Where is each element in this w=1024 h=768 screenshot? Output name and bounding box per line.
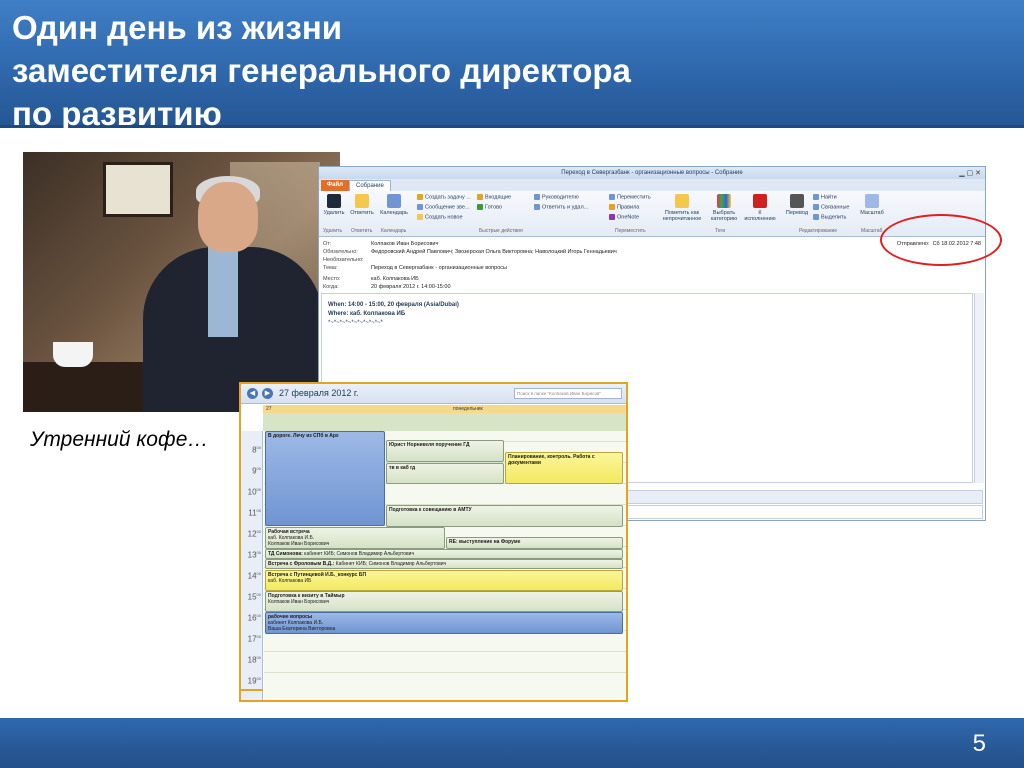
hour-label: 1800: [247, 655, 261, 665]
calendar-event[interactable]: Встреча с Фроловым В.Д.: Кабинет КИБ; Си…: [265, 559, 623, 569]
header-subject: Тема: Переход в Севергазбанк - организаци…: [323, 265, 507, 271]
window-title: Переход в Севергазбанк - организационные…: [561, 170, 743, 176]
quick-reply-delete[interactable]: Ответить и удал...: [534, 204, 588, 210]
calendar-event[interactable]: Встреча с Путинцевой И.Б._конкурс БП каб.…: [265, 570, 623, 591]
photo-man-with-phone: [23, 152, 340, 412]
select-button[interactable]: Выделить: [813, 214, 846, 220]
quick-inbox[interactable]: Входящие: [477, 194, 511, 200]
calendar-event[interactable]: рабочие вопросы кабинет Колпакова И.Б. Ваш…: [265, 612, 623, 634]
title-line-2: заместителя генерального директора: [12, 52, 631, 89]
calendar-search-input[interactable]: Поиск в папке "Колпаков Иван Борисов": [514, 388, 622, 399]
quick-manager[interactable]: Руководителю: [534, 194, 579, 200]
calendar-event[interactable]: Планирование, контроль. Работа с докумен…: [505, 452, 623, 484]
hour-label: 1500: [247, 592, 261, 602]
header-required: Обязательно: Федоровский Андрей Павлович;…: [323, 249, 617, 255]
delete-button[interactable]: Удалить: [321, 194, 347, 216]
coffee-cup-icon: [53, 342, 93, 367]
hour-label: 1600: [247, 613, 261, 623]
hour-label: 1400: [247, 571, 261, 581]
hour-label: 1000: [247, 487, 261, 497]
group-label: Календарь: [381, 228, 407, 234]
group-label: Масштаб: [861, 228, 883, 234]
tab-meeting[interactable]: Собрание: [349, 180, 391, 191]
calendar-event[interactable]: Подготовка к совещанию в АМТУ: [386, 505, 623, 527]
slide-footer: 5: [0, 718, 1024, 768]
calendar-date-title: 27 февраля 2012 г.: [279, 388, 359, 398]
onenote-button[interactable]: OneNote: [609, 214, 639, 220]
all-day-area[interactable]: [263, 413, 626, 431]
reply-icon: [355, 194, 369, 208]
header-from: От: Колпаков Иван Борисович: [323, 241, 439, 247]
body-when: When: 14:00 - 15:00, 20 февраля (Asia/Du…: [328, 302, 459, 308]
hour-label: 1900: [247, 676, 261, 686]
hour-label: 900: [252, 466, 261, 476]
header-when: Когда: 20 февраля 2012 г. 14:00-15:00: [323, 284, 451, 290]
day-name: понедельник: [453, 406, 483, 412]
quick-create-task[interactable]: Создать задачу ...: [417, 194, 471, 200]
calendar-icon: [387, 194, 401, 208]
hour-label: 1200: [247, 529, 261, 539]
hour-label: 800: [252, 445, 261, 455]
body-where: Where: каб. Колпакова ИБ: [328, 311, 406, 317]
group-label: Быстрые действия: [479, 228, 523, 234]
tab-file[interactable]: Файл: [321, 180, 349, 191]
slide-title: Один день из жизни заместителя генеральн…: [12, 6, 1002, 135]
day-header: 27 понедельник: [263, 405, 626, 413]
header-location: Место: каб. Колпакова ИБ: [323, 276, 419, 282]
rules-button[interactable]: Правила: [609, 204, 639, 210]
envelope-icon: [675, 194, 689, 208]
sent-time-highlight-ellipse: [880, 214, 1002, 266]
current-time-marker: [241, 689, 263, 691]
quick-done[interactable]: Готово: [477, 204, 502, 210]
window-titlebar: Переход в Севергазбанк - организационные…: [319, 167, 985, 179]
calendar-event[interactable]: ТД Симонова: кабинет КИБ; Симонов Владим…: [265, 549, 623, 559]
day-number: 27: [266, 406, 272, 412]
hour-label: 1300: [247, 550, 261, 560]
category-button[interactable]: Выбрать категорию: [707, 194, 741, 222]
delete-x-icon: [327, 194, 341, 208]
page-number: 5: [972, 730, 986, 757]
ribbon-tabs: Файл Собрание: [319, 179, 985, 191]
body-separator: *~*~*~*~*~*~*~*~*~*: [328, 320, 383, 326]
translate-icon: [790, 194, 804, 208]
header-optional: Необязательно:: [323, 257, 364, 263]
calendar-day-view: ◀ ▶ 27 февраля 2012 г. Поиск в папке "Ко…: [239, 382, 628, 702]
calendar-event[interactable]: В дороге. Лечу из СПб в Арх: [265, 431, 385, 526]
group-label: Переместить: [615, 228, 646, 234]
translate-button[interactable]: Перевод: [785, 194, 809, 216]
calendar-button[interactable]: Календарь: [379, 194, 409, 216]
related-button[interactable]: Связанные: [813, 204, 849, 210]
calendar-event[interactable]: Юрист Норникеля поручение ГД: [386, 440, 504, 462]
move-button[interactable]: Переместить: [609, 194, 651, 200]
magnifier-icon: [865, 194, 879, 208]
calendar-event[interactable]: Подготовка к визиту в Таймыр Колпаков Ива…: [265, 591, 623, 612]
mark-unread-button[interactable]: Пометить как непрочитанное: [659, 194, 705, 222]
slide-header: Один день из жизни заместителя генеральн…: [0, 0, 1024, 132]
calendar-event[interactable]: тв в каб гд: [386, 463, 504, 484]
group-label: Теги: [715, 228, 726, 234]
hour-label: 1700: [247, 634, 261, 644]
photo-caption: Утренний кофе…: [30, 428, 209, 451]
group-label: Ответить: [351, 228, 373, 234]
body-scrollbar[interactable]: [974, 293, 984, 483]
hour-label: 1100: [248, 508, 261, 518]
hour-column: 800 900 1000 1100 1200 1300 1400 1500 16…: [241, 431, 263, 700]
find-button[interactable]: Найти: [813, 194, 837, 200]
zoom-button[interactable]: Масштаб: [859, 194, 885, 216]
group-label: Удалить: [323, 228, 343, 234]
flag-icon: [753, 194, 767, 208]
calendar-event[interactable]: RE: выступление на Форуме: [446, 537, 623, 549]
next-day-icon[interactable]: ▶: [262, 388, 273, 399]
prev-day-icon[interactable]: ◀: [247, 388, 258, 399]
reply-button[interactable]: Ответить: [349, 194, 375, 216]
title-line-1: Один день из жизни: [12, 9, 343, 46]
title-line-3: по развитию: [12, 95, 222, 132]
group-label: Редактирование: [799, 228, 838, 234]
followup-button[interactable]: К исполнению: [743, 194, 777, 222]
category-icon: [717, 194, 731, 208]
quick-create-new[interactable]: Создать новое: [417, 214, 463, 220]
calendar-event[interactable]: Рабочая встреча каб. Колпакова И.Б. Колпак…: [265, 527, 445, 549]
calendar-toolbar: ◀ ▶ 27 февраля 2012 г. Поиск в папке "Ко…: [241, 384, 626, 404]
quick-message[interactable]: Сообщение зве...: [417, 204, 469, 210]
